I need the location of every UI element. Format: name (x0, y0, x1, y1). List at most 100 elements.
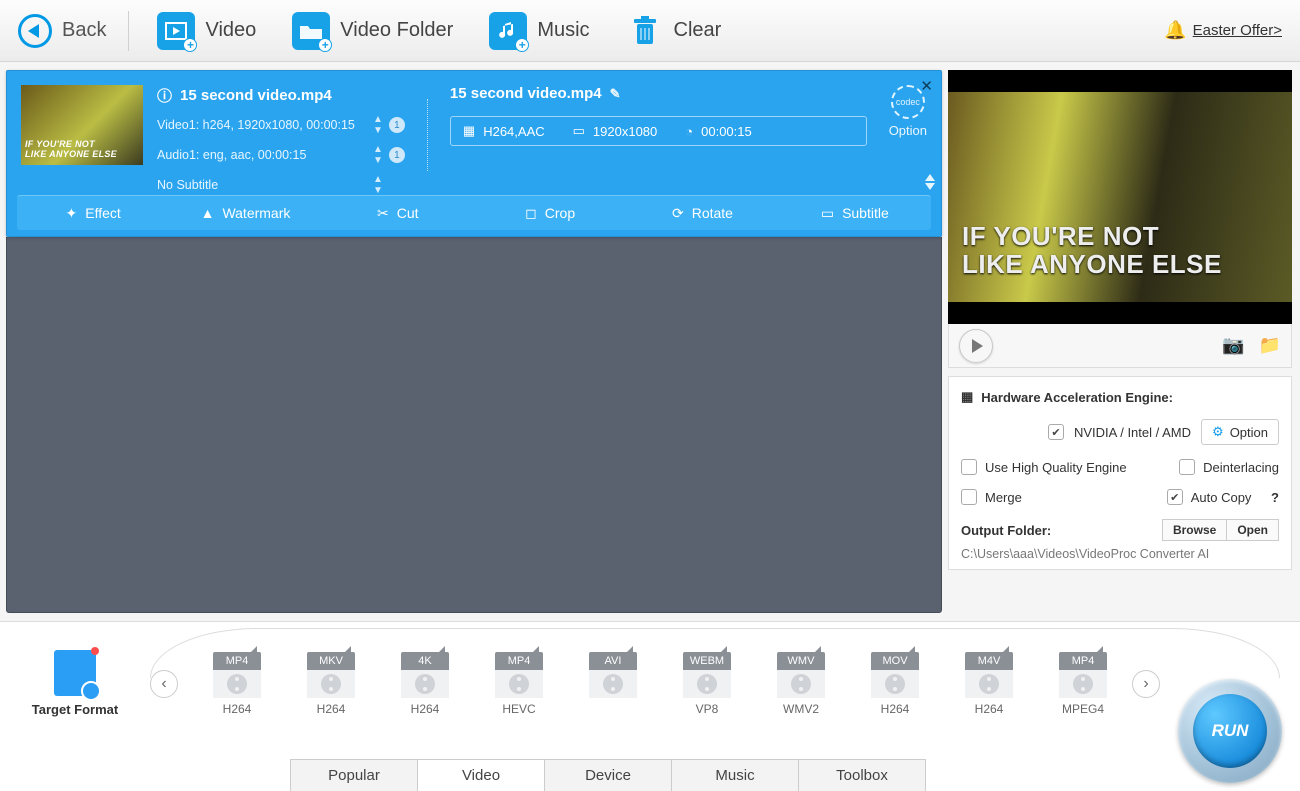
codec-option-button[interactable]: codec Option (889, 85, 927, 187)
hw-option-button[interactable]: ⚙ Option (1201, 419, 1279, 445)
hw-label: NVIDIA / Intel / AMD (1074, 425, 1191, 440)
reorder-controls (925, 174, 935, 190)
cut-button[interactable]: ✂Cut (322, 196, 474, 230)
subtitle-button[interactable]: ▭Subtitle (779, 196, 931, 230)
move-up-icon[interactable] (925, 174, 935, 181)
deint-checkbox[interactable] (1179, 459, 1195, 475)
add-video-button[interactable]: + Video (149, 12, 264, 50)
main-area: ✕ IF YOU'RE NOTLIKE ANYONE ELSE ⓘ 15 sec… (0, 62, 1300, 621)
format-codec: WMV2 (783, 702, 819, 716)
target-format[interactable]: Target Format (0, 650, 150, 717)
tab-popular[interactable]: Popular (290, 759, 418, 791)
add-video-folder-button[interactable]: + Video Folder (284, 12, 461, 50)
codec-icon: ▦ (463, 123, 475, 139)
open-folder-icon[interactable]: 📁 (1259, 335, 1281, 356)
video-track-stepper[interactable]: ▲▼ (373, 114, 383, 136)
format-mkv-h264[interactable]: MKVH264 (302, 652, 360, 716)
subtitle-stepper[interactable]: ▲▼ (373, 174, 383, 196)
add-music-button[interactable]: + Music (481, 12, 597, 50)
video-track-count: 1 (389, 117, 405, 133)
close-icon[interactable]: ✕ (920, 77, 933, 95)
effect-button[interactable]: ✦Effect (17, 196, 169, 230)
autocopy-checkbox[interactable] (1167, 489, 1183, 505)
dest-summary[interactable]: ▦H264,AAC ▭1920x1080 ◔00:00:15 (450, 116, 867, 146)
easter-offer-link[interactable]: 🔔 Easter Offer> (1164, 20, 1282, 41)
hq-checkbox[interactable] (961, 459, 977, 475)
format-mov-h264[interactable]: MOVH264 (866, 652, 924, 716)
help-icon[interactable]: ? (1271, 490, 1279, 505)
snapshot-icon[interactable]: 📷 (1222, 335, 1244, 356)
crop-button[interactable]: ◻Crop (474, 196, 626, 230)
tab-music[interactable]: Music (671, 759, 799, 791)
tab-video[interactable]: Video (417, 759, 545, 791)
rotate-button[interactable]: ⟳Rotate (626, 196, 778, 230)
preview-caption: IF YOU'RE NOTLIKE ANYONE ELSE (962, 223, 1222, 278)
merge-checkbox[interactable] (961, 489, 977, 505)
reel-icon (213, 670, 261, 698)
codec-option-label: Option (889, 123, 927, 138)
back-button[interactable]: Back (18, 11, 129, 51)
thumbnail: IF YOU'RE NOTLIKE ANYONE ELSE (21, 85, 143, 165)
format-badge: MP4 (213, 652, 261, 670)
target-format-label: Target Format (32, 702, 118, 717)
format-codec: VP8 (696, 702, 719, 716)
format-codec: H264 (223, 702, 252, 716)
hw-checkbox[interactable] (1048, 424, 1064, 440)
dest-title: 15 second video.mp4 (450, 85, 602, 102)
formats-prev-button[interactable]: ‹ (150, 670, 178, 698)
clear-button[interactable]: Clear (618, 12, 730, 50)
top-toolbar: Back + Video + Video Folder + Music Clea… (0, 0, 1300, 62)
browse-button[interactable]: Browse (1162, 519, 1226, 541)
watermark-button[interactable]: ▲Watermark (169, 196, 321, 230)
dest-meta: 15 second video.mp4 ✎ ▦H264,AAC ▭1920x10… (450, 85, 867, 187)
back-arrow-icon (18, 14, 52, 48)
source-title: 15 second video.mp4 (180, 87, 332, 104)
folder-icon: + (292, 12, 330, 50)
plus-badge-icon: + (183, 38, 197, 52)
queue-empty-area[interactable] (6, 237, 942, 613)
reel-icon (495, 670, 543, 698)
add-video-folder-label: Video Folder (340, 19, 453, 42)
run-button[interactable]: RUN (1178, 679, 1282, 783)
preview-viewport: IF YOU'RE NOTLIKE ANYONE ELSE (948, 70, 1292, 324)
audio-track-stepper[interactable]: ▲▼ (373, 144, 383, 166)
subtitle-line: No Subtitle (157, 178, 367, 192)
bottom-bar: Target Format ‹ MP4H264MKVH2644KH264MP4H… (0, 621, 1300, 791)
dest-duration: 00:00:15 (701, 124, 752, 139)
category-tabs: PopularVideoDeviceMusicToolbox (290, 759, 925, 791)
chip-icon: ▦ (961, 389, 973, 405)
edit-ops-bar: ✦Effect ▲Watermark ✂Cut ◻Crop ⟳Rotate ▭S… (17, 195, 931, 230)
format-mp4-mpeg4[interactable]: MP4MPEG4 (1054, 652, 1112, 716)
tab-toolbox[interactable]: Toolbox (798, 759, 926, 791)
move-down-icon[interactable] (925, 183, 935, 190)
format-badge: MKV (307, 652, 355, 670)
format-4k-h264[interactable]: 4KH264 (396, 652, 454, 716)
formats-next-button[interactable]: › (1132, 670, 1160, 698)
format-wmv-wmv2[interactable]: WMVWMV2 (772, 652, 830, 716)
format-m4v-h264[interactable]: M4VH264 (960, 652, 1018, 716)
target-format-icon (54, 650, 96, 696)
clear-label: Clear (674, 19, 722, 42)
open-button[interactable]: Open (1226, 519, 1279, 541)
gear-icon: ⚙ (1212, 424, 1224, 440)
tab-device[interactable]: Device (544, 759, 672, 791)
format-webm-vp8[interactable]: WEBMVP8 (678, 652, 736, 716)
output-folder-title: Output Folder: (961, 523, 1051, 538)
format-badge: M4V (965, 652, 1013, 670)
format-mp4-hevc[interactable]: MP4HEVC (490, 652, 548, 716)
trash-icon (626, 12, 664, 50)
reel-icon (401, 670, 449, 698)
divider (427, 99, 428, 171)
video-item-card[interactable]: ✕ IF YOU'RE NOTLIKE ANYONE ELSE ⓘ 15 sec… (6, 70, 942, 237)
rename-icon[interactable]: ✎ (610, 86, 621, 102)
output-path[interactable]: C:\Users\aaa\Videos\VideoProc Converter … (961, 547, 1279, 561)
queue-panel: ✕ IF YOU'RE NOTLIKE ANYONE ELSE ⓘ 15 sec… (0, 62, 942, 621)
plus-badge-icon: + (318, 38, 332, 52)
format-codec: H264 (411, 702, 440, 716)
format-mp4-h264[interactable]: MP4 H264 (208, 652, 266, 716)
music-icon: + (489, 12, 527, 50)
format-avi-none[interactable]: AVI (584, 652, 642, 716)
clock-icon: ◔ (685, 124, 693, 139)
format-badge: AVI (589, 652, 637, 670)
play-button[interactable] (959, 329, 993, 363)
